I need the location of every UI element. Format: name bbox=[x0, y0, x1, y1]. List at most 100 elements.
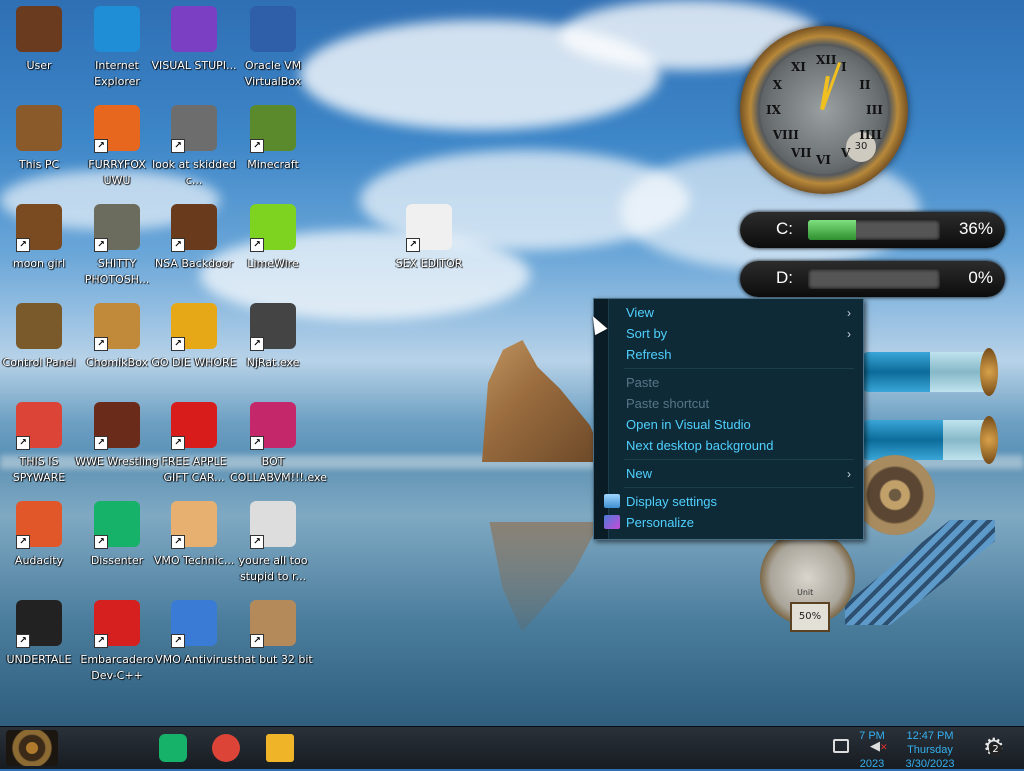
network-icon[interactable] bbox=[833, 739, 849, 753]
desktop-icon[interactable]: ↗ FREE APPLE GIFT CAR... bbox=[151, 402, 237, 486]
drive-usage-bar bbox=[808, 220, 940, 240]
desktop-icon[interactable]: ↗ ChomikBox bbox=[74, 303, 160, 371]
menu-item-paste[interactable]: Paste bbox=[626, 373, 851, 393]
menu-separator bbox=[624, 368, 854, 369]
desktop-icon[interactable]: ↗ Dissenter bbox=[74, 501, 160, 569]
shortcut-arrow-icon: ↗ bbox=[171, 139, 185, 153]
menu-item-label: New bbox=[626, 466, 653, 481]
desktop-icon[interactable]: This PC bbox=[0, 105, 82, 173]
desktop-icon[interactable]: Internet Explorer bbox=[74, 6, 160, 90]
shortcut-arrow-icon: ↗ bbox=[171, 337, 185, 351]
desktop-icon-label: look at skidded c... bbox=[152, 158, 236, 187]
desktop-icon[interactable]: ↗ youre all too stupid to r... bbox=[230, 501, 316, 585]
chevron-right-icon: › bbox=[847, 327, 851, 341]
desktop-icon-label: FREE APPLE GIFT CAR... bbox=[161, 455, 227, 484]
tube-cap bbox=[980, 416, 998, 464]
shortcut-arrow-icon: ↗ bbox=[250, 238, 264, 252]
desktop-icon-label: VMO Technic... bbox=[153, 554, 235, 567]
desktop-icon[interactable]: ↗ Audacity bbox=[0, 501, 82, 569]
desktop-icon-label: Oracle VM VirtualBox bbox=[244, 59, 302, 88]
chevron-right-icon: › bbox=[847, 467, 851, 481]
tube-fill bbox=[862, 420, 943, 460]
volume-muted-icon[interactable]: ◀✕ bbox=[870, 739, 888, 755]
desktop-icon[interactable]: ↗ NjRat.exe bbox=[230, 303, 316, 371]
desktop-icon[interactable]: Control Panel bbox=[0, 303, 82, 371]
desktop-icon-label: Internet Explorer bbox=[94, 59, 140, 88]
desktop-icon-label: moon girl bbox=[12, 257, 66, 270]
clock-numeral: V bbox=[841, 146, 851, 161]
clock-numeral: III bbox=[866, 103, 883, 117]
action-center-gear-icon[interactable]: ⚙ 2 bbox=[983, 733, 1011, 761]
shortcut-arrow-icon: ↗ bbox=[406, 238, 420, 252]
clock-face: 30 XII I II III IIII V VI VII VIII IX X XI bbox=[760, 46, 888, 174]
clock-numeral: IX bbox=[766, 103, 781, 117]
tube-fill bbox=[862, 352, 930, 392]
portrait-icon: ↗ bbox=[250, 600, 296, 648]
radio-icon: ↗ bbox=[171, 204, 217, 252]
desktop-icon[interactable]: ↗ Embarcadero Dev-C++ bbox=[74, 600, 160, 684]
shortcut-arrow-icon: ↗ bbox=[171, 238, 185, 252]
clock-numeral: XI bbox=[791, 59, 806, 74]
desktop-icon-label: SEX EDITOR bbox=[395, 257, 463, 270]
limewire-icon: ↗ bbox=[250, 204, 296, 252]
shortcut-arrow-icon: ↗ bbox=[94, 139, 108, 153]
desktop-icon[interactable]: ↗ Minecraft bbox=[230, 105, 316, 173]
desktop-icon[interactable]: ↗ WWE Wrestling bbox=[74, 402, 160, 470]
desktop-icon[interactable]: ↗ SEX EDITOR bbox=[386, 204, 472, 272]
drive-gauge-c: C: 36% bbox=[740, 212, 1005, 248]
menu-item-display-settings[interactable]: Display settings bbox=[604, 492, 851, 512]
desktop-icon-label: youre all too stupid to r... bbox=[238, 554, 308, 583]
menu-item-sort-by[interactable]: Sort by › bbox=[626, 324, 851, 344]
clock-numeral: II bbox=[859, 78, 871, 92]
menu-item-open-in-visual-studio[interactable]: Open in Visual Studio bbox=[626, 415, 851, 435]
desktop-icon[interactable]: Oracle VM VirtualBox bbox=[230, 6, 316, 90]
desktop-icon[interactable]: ↗ FURRYFOX UWU bbox=[74, 105, 160, 189]
menu-item-next-desktop-background[interactable]: Next desktop background bbox=[626, 436, 851, 456]
menu-item-paste-shortcut[interactable]: Paste shortcut bbox=[626, 394, 851, 414]
monitor-app-icon: ↗ bbox=[250, 402, 296, 450]
desktop-icon[interactable]: ↗ moon girl bbox=[0, 204, 82, 272]
desktop-icon[interactable]: ↗ VMO Technic... bbox=[151, 501, 237, 569]
desktop-icon[interactable]: VISUAL STUPI... bbox=[151, 6, 237, 74]
chrome-icon: ↗ bbox=[16, 402, 62, 450]
desktop-icon[interactable]: ↗ NSA Backdoor bbox=[151, 204, 237, 272]
drive-percent: 0% bbox=[968, 268, 993, 287]
clock-gadget[interactable]: 30 XII I II III IIII V VI VII VIII IX X XI bbox=[740, 26, 908, 194]
steam-gauge-label: Unit bbox=[797, 588, 814, 597]
desktop-icon[interactable]: ↗ GO DIE WHORE bbox=[151, 303, 237, 371]
desktop-icon[interactable]: ↗ that but 32 bit bbox=[230, 600, 316, 668]
unity-icon: ↗ bbox=[16, 600, 62, 648]
clock-numeral: VI bbox=[816, 153, 831, 167]
desktop-icon[interactable]: ↗ BOT COLLABVM!!!.exe bbox=[230, 402, 327, 486]
shortcut-arrow-icon: ↗ bbox=[171, 535, 185, 549]
menu-item-refresh[interactable]: Refresh bbox=[626, 345, 851, 365]
start-button[interactable] bbox=[6, 730, 58, 766]
gear-decoration bbox=[855, 455, 935, 535]
menu-item-view[interactable]: View › bbox=[626, 303, 851, 323]
taskbar-file-explorer-icon[interactable] bbox=[266, 734, 294, 762]
cpu-tube-meter bbox=[862, 348, 998, 396]
drive-usage-fill bbox=[808, 220, 856, 240]
clock-numeral: XII bbox=[816, 53, 837, 67]
de-app-icon: ↗ bbox=[171, 303, 217, 351]
taskbar-dissenter-icon[interactable] bbox=[159, 734, 187, 762]
menu-separator bbox=[624, 487, 854, 488]
shortcut-arrow-icon: ↗ bbox=[250, 535, 264, 549]
shortcut-arrow-icon: ↗ bbox=[16, 634, 30, 648]
file-cabinet-icon: ↗ bbox=[16, 204, 62, 252]
desktop-icon[interactable]: ↗ THIS IS SPYWARE bbox=[0, 402, 82, 486]
drive-gauge-d: D: 0% bbox=[740, 261, 1005, 297]
tray-clock[interactable]: 12:47 PM Thursday 3/30/2023 bbox=[896, 729, 964, 771]
desktop-icon[interactable]: ↗ UNDERTALE bbox=[0, 600, 82, 668]
desktop-icon[interactable]: ↗ LimeWire bbox=[230, 204, 316, 272]
audacity-icon: ↗ bbox=[16, 501, 62, 549]
taskbar-chrome-icon[interactable] bbox=[212, 734, 240, 762]
shortcut-arrow-icon: ↗ bbox=[16, 535, 30, 549]
desktop-icon[interactable]: ↗ VMO Antivirus bbox=[151, 600, 237, 668]
menu-item-new[interactable]: New › bbox=[626, 464, 851, 484]
desktop-icon[interactable]: User bbox=[0, 6, 82, 74]
desktop-icon[interactable]: ↗ SHITTY PHOTOSH... bbox=[74, 204, 160, 288]
desktop-icon[interactable]: ↗ look at skidded c... bbox=[151, 105, 237, 189]
menu-item-personalize[interactable]: Personalize bbox=[604, 513, 851, 533]
hxd-editor-icon: ↗ bbox=[406, 204, 452, 252]
